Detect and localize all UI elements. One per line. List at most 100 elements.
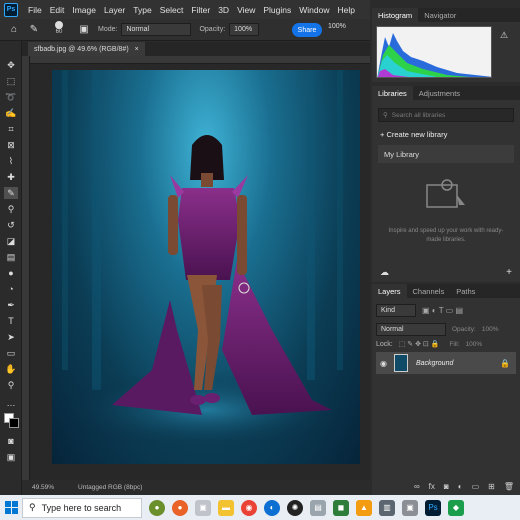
menu-edit[interactable]: Edit: [46, 5, 69, 15]
menu-filter[interactable]: Filter: [187, 5, 214, 15]
taskbar-search-input[interactable]: ⚲ Type here to search: [22, 497, 142, 518]
home-icon[interactable]: ⌂: [8, 24, 20, 36]
background-color-swatch[interactable]: [9, 418, 19, 428]
vlc-icon[interactable]: ▲: [356, 499, 372, 516]
zoom-readout[interactable]: 49.59%: [32, 484, 54, 491]
menu-window[interactable]: Window: [295, 5, 333, 15]
lock-icons[interactable]: ⬚ ✎ ✥ ⊡ 🔒: [399, 340, 440, 348]
warning-icon[interactable]: ⚠: [500, 30, 508, 41]
marquee-tool-icon[interactable]: ⬚: [4, 75, 18, 87]
brush-tool-icon[interactable]: ✎: [28, 24, 40, 36]
menu-help[interactable]: Help: [333, 5, 358, 15]
visibility-eye-icon[interactable]: ◉: [380, 359, 387, 368]
file-explorer-icon[interactable]: ▬: [218, 499, 234, 516]
chrome-icon[interactable]: ◉: [241, 499, 257, 516]
opacity-field[interactable]: 100%: [229, 23, 260, 36]
app-icon[interactable]: ▤: [310, 499, 326, 516]
trash-icon[interactable]: 🗑: [504, 482, 514, 491]
gradient-tool-icon[interactable]: ▤: [4, 251, 18, 263]
search-icon: ⚲: [383, 112, 388, 119]
fx-icon[interactable]: fx: [429, 482, 435, 491]
layer-filter-select[interactable]: Kind: [376, 304, 416, 317]
shape-tool-icon[interactable]: ▭: [4, 347, 18, 359]
canvas-area[interactable]: [30, 64, 370, 480]
link-icon[interactable]: ∞: [414, 482, 420, 491]
task-view-icon[interactable]: ▣: [195, 499, 211, 516]
tab-adjustments[interactable]: Adjustments: [413, 86, 466, 100]
tab-layers[interactable]: Layers: [372, 284, 407, 298]
adjustment-icon[interactable]: ◐: [458, 482, 463, 491]
path-select-tool-icon[interactable]: ➤: [4, 331, 18, 343]
mode-select[interactable]: Normal: [121, 23, 192, 36]
layer-row-background[interactable]: ◉ Background 🔒: [376, 352, 516, 374]
tab-navigator[interactable]: Navigator: [418, 8, 462, 22]
create-library-button[interactable]: + Create new library: [380, 130, 512, 139]
document-image[interactable]: [52, 70, 360, 464]
photoshop-taskbar-icon[interactable]: Ps: [425, 499, 441, 516]
tab-libraries[interactable]: Libraries: [372, 86, 413, 100]
menu-view[interactable]: View: [233, 5, 259, 15]
menu-file[interactable]: File: [24, 5, 46, 15]
mask-icon[interactable]: ◙: [444, 482, 449, 491]
library-hint: Inspire and speed up your work with read…: [388, 228, 504, 243]
move-tool-icon[interactable]: ✥: [4, 59, 18, 71]
tab-channels[interactable]: Channels: [407, 284, 451, 298]
new-layer-icon[interactable]: ⊞: [488, 482, 495, 491]
menu-select[interactable]: Select: [156, 5, 188, 15]
document-tab[interactable]: sfbadb.jpg @ 49.6% (RGB/8#) ×: [28, 42, 145, 56]
screen-mode-icon[interactable]: ▣: [4, 451, 18, 463]
add-icon[interactable]: +: [506, 267, 512, 278]
app-icon-3[interactable]: ▥: [379, 499, 395, 516]
menu-type[interactable]: Type: [129, 5, 155, 15]
lasso-tool-icon[interactable]: ➰: [4, 91, 18, 103]
hand-tool-icon[interactable]: ✋: [4, 363, 18, 375]
eyedropper-tool-icon[interactable]: ⌇: [4, 155, 18, 167]
app-icon-5[interactable]: ◆: [448, 499, 464, 516]
app-icon-2[interactable]: ◼: [333, 499, 349, 516]
blend-mode-select[interactable]: Normal: [376, 323, 446, 336]
brush-tool-icon[interactable]: ✎: [4, 187, 18, 199]
windows-start-icon[interactable]: [0, 497, 22, 519]
pen-tool-icon[interactable]: ✒: [4, 299, 18, 311]
cloud-icon[interactable]: ☁: [380, 267, 389, 278]
layer-opacity-field[interactable]: 100%: [482, 326, 499, 333]
healing-tool-icon[interactable]: ✚: [4, 171, 18, 183]
quick-mask-icon[interactable]: ◙: [4, 435, 18, 447]
zoom-tool-icon[interactable]: ⚲: [4, 379, 18, 391]
share-button[interactable]: Share: [292, 23, 322, 37]
clone-stamp-tool-icon[interactable]: ⚲: [4, 203, 18, 215]
brush-settings-icon[interactable]: ▣: [78, 24, 90, 36]
blur-tool-icon[interactable]: ●: [4, 267, 18, 279]
crop-tool-icon[interactable]: ⌗: [4, 123, 18, 135]
menu-3d[interactable]: 3D: [214, 5, 233, 15]
app-icon-4[interactable]: ▣: [402, 499, 418, 516]
widget-icon[interactable]: ●: [149, 499, 165, 516]
frame-tool-icon[interactable]: ⊠: [4, 139, 18, 151]
eraser-tool-icon[interactable]: ◪: [4, 235, 18, 247]
search-icon: ⚲: [29, 502, 36, 512]
menu-layer[interactable]: Layer: [100, 5, 129, 15]
fill-field[interactable]: 100%: [466, 341, 483, 348]
my-library-item[interactable]: My Library: [378, 145, 514, 163]
filter-icons[interactable]: ▣ ◐ T ▭ ▤: [422, 306, 463, 315]
library-search-input[interactable]: ⚲ Search all libraries: [378, 108, 514, 122]
lock-label: Lock:: [376, 340, 393, 348]
brush-preset-picker[interactable]: 60: [48, 20, 70, 39]
type-tool-icon[interactable]: T: [4, 315, 18, 327]
zoom-field[interactable]: 100%: [328, 23, 346, 30]
tab-paths[interactable]: Paths: [450, 284, 481, 298]
edge-icon[interactable]: ◐: [264, 499, 280, 516]
menu-plugins[interactable]: Plugins: [259, 5, 295, 15]
history-brush-tool-icon[interactable]: ↺: [4, 219, 18, 231]
menu-image[interactable]: Image: [68, 5, 100, 15]
brush-tip-icon: [55, 20, 63, 29]
group-icon[interactable]: ▭: [472, 482, 480, 491]
dodge-tool-icon[interactable]: ◔: [4, 283, 18, 295]
close-icon[interactable]: ×: [135, 46, 139, 53]
media-icon[interactable]: ✺: [287, 499, 303, 516]
quick-select-tool-icon[interactable]: ✍: [4, 107, 18, 119]
tab-histogram[interactable]: Histogram: [372, 8, 419, 22]
pumpkin-icon[interactable]: ●: [172, 499, 188, 516]
more-tools-icon[interactable]: …: [4, 397, 18, 409]
create-library-label: Create new library: [386, 130, 448, 139]
